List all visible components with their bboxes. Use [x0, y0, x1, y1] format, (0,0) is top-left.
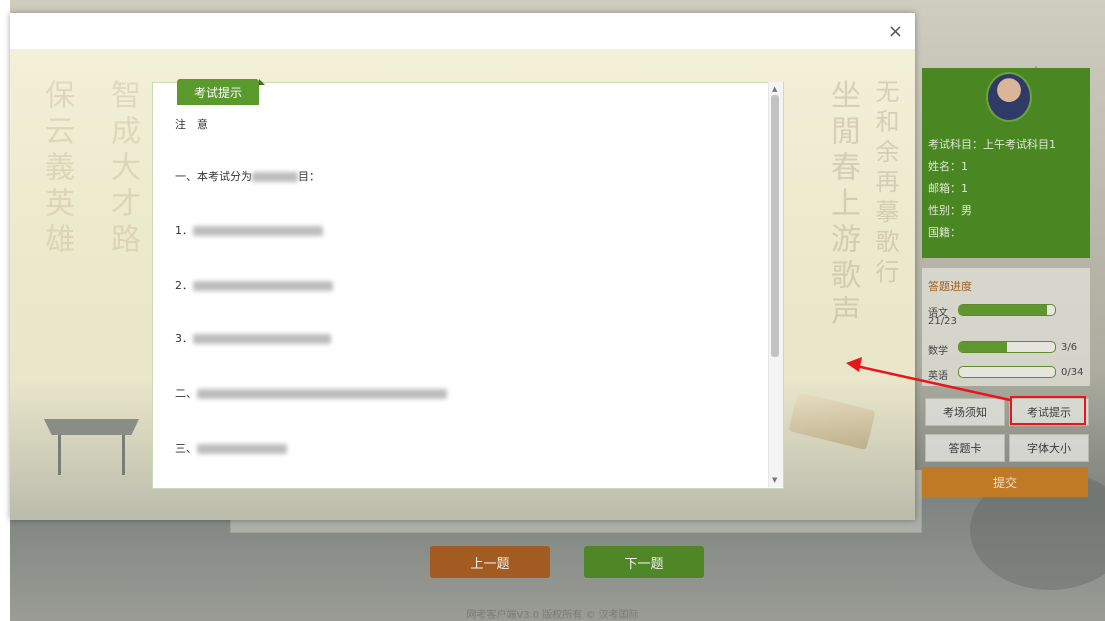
content-item-2-number: 2．	[175, 279, 193, 292]
scroll-up-icon[interactable]: ▲	[772, 85, 777, 93]
progress-bar-math	[958, 341, 1056, 353]
highlight-box	[1010, 396, 1086, 425]
progress-count-math: 3/6	[1061, 342, 1078, 353]
exam-notice-button[interactable]: 考场须知	[925, 398, 1005, 426]
content-item-2: 2．	[175, 277, 333, 293]
blurred-text	[193, 281, 333, 291]
blurred-text	[197, 389, 447, 399]
answer-card-button[interactable]: 答题卡	[925, 434, 1005, 462]
blurred-text	[197, 444, 287, 454]
exam-subject-text: 考试科目：上午考试科目1	[928, 138, 1056, 151]
candidate-profile-panel: 考试科目：上午考试科目1 姓名：1 邮箱：1 性别：男 国籍：	[922, 68, 1090, 258]
content-section-2-number: 二、	[175, 387, 197, 400]
progress-title: 答题进度	[928, 280, 972, 293]
content-line-intro-text: 一、本考试分为	[175, 170, 252, 183]
calligraphy-left-1: 保云義英雄	[39, 79, 74, 259]
progress-fill-math	[959, 342, 1007, 352]
content-line-intro-suffix: 目：	[298, 170, 320, 183]
calligraphy-right-2: 无和余再摹歌行	[871, 79, 899, 289]
progress-fill-chinese	[959, 305, 1047, 315]
progress-bar-chinese	[958, 304, 1056, 316]
content-item-3: 3．	[175, 330, 331, 346]
candidate-nationality-text: 国籍：	[928, 226, 961, 239]
font-size-button[interactable]: 字体大小	[1009, 434, 1089, 462]
content-section-3: 三、	[175, 440, 287, 456]
candidate-gender-text: 性别：男	[928, 204, 972, 217]
progress-count-chinese: 21/23	[928, 316, 957, 327]
content-section-2: 二、	[175, 385, 447, 401]
next-question-button[interactable]: 下一题	[584, 546, 704, 578]
blurred-text	[193, 334, 331, 344]
content-section-3-number: 三、	[175, 442, 197, 455]
footer-copyright: 网考客户端V3.0 版权所有 © 汉考国际	[466, 610, 639, 621]
painting-pavilion-post	[122, 435, 125, 475]
candidate-name-text: 姓名：1	[928, 160, 968, 173]
modal-header: ×	[10, 13, 915, 50]
progress-label-math: 数学	[928, 346, 948, 357]
content-item-1-number: 1．	[175, 224, 193, 237]
prev-question-button[interactable]: 上一题	[430, 546, 550, 578]
painting-pavilion-post	[58, 435, 61, 475]
blurred-text	[193, 226, 323, 236]
progress-count-english: 0/34	[1061, 367, 1084, 378]
exam-tips-tab: 考试提示	[177, 79, 265, 105]
close-icon[interactable]: ×	[888, 21, 903, 42]
notice-title: 注 意	[175, 118, 208, 131]
answer-progress-panel: 答题进度 语文 21/23 数学 3/6 英语 0/34	[922, 268, 1090, 386]
content-line-intro: 一、本考试分为 目：	[175, 168, 320, 184]
progress-bar-english	[958, 366, 1056, 378]
content-item-3-number: 3．	[175, 332, 193, 345]
painting-pavilion	[44, 419, 139, 435]
scroll-down-icon[interactable]: ▼	[772, 476, 777, 484]
content-scrollbar-thumb[interactable]	[771, 95, 779, 357]
progress-label-english: 英语	[928, 371, 948, 382]
avatar	[986, 72, 1032, 122]
blurred-text	[252, 172, 298, 182]
submit-button[interactable]: 提交	[922, 467, 1088, 497]
calligraphy-right-1: 坐閒春上游歌声	[825, 79, 860, 331]
content-item-1: 1．	[175, 222, 323, 238]
calligraphy-left-2: 智成大才路	[105, 79, 140, 259]
candidate-email-text: 邮箱：1	[928, 182, 968, 195]
